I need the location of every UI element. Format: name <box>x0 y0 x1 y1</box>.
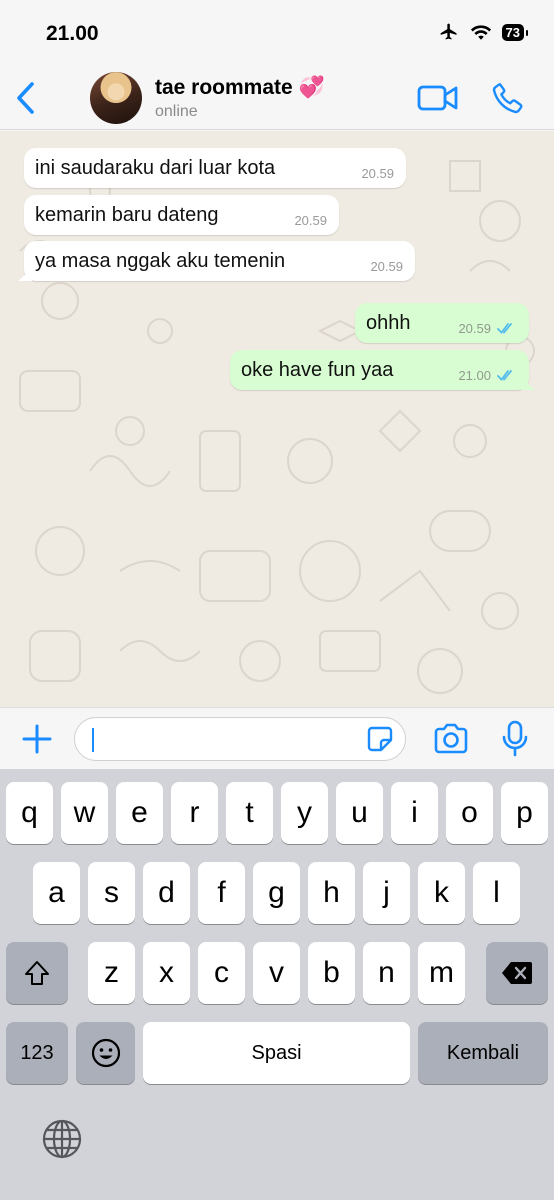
key-v[interactable]: v <box>253 942 300 1004</box>
return-key[interactable]: Kembali <box>418 1022 548 1084</box>
numbers-key[interactable]: 123 <box>6 1022 68 1084</box>
message-bubble-outgoing[interactable]: ohhh 20.59 <box>355 303 529 343</box>
key-e[interactable]: e <box>116 782 163 844</box>
key-g[interactable]: g <box>253 862 300 924</box>
key-s[interactable]: s <box>88 862 135 924</box>
sticker-button[interactable] <box>366 725 394 753</box>
key-x[interactable]: x <box>143 942 190 1004</box>
message-bubble-outgoing[interactable]: oke have fun yaa 21.00 <box>230 350 535 390</box>
key-q[interactable]: q <box>6 782 53 844</box>
battery-indicator: 73 <box>501 23 529 41</box>
key-o[interactable]: o <box>446 782 493 844</box>
message-time: 20.59 <box>370 259 403 274</box>
emoji-icon <box>91 1038 120 1068</box>
status-time: 21.00 <box>46 22 99 45</box>
message-time: 20.59 <box>458 321 491 336</box>
space-key[interactable]: Spasi <box>143 1022 410 1084</box>
read-receipt-icon <box>497 323 512 334</box>
contact-name[interactable]: tae roommate 💞 <box>155 76 325 100</box>
back-button[interactable] <box>10 80 40 116</box>
shift-key[interactable] <box>6 942 68 1004</box>
globe-button[interactable] <box>40 1117 84 1161</box>
video-call-button[interactable] <box>416 82 460 114</box>
key-c[interactable]: c <box>198 942 245 1004</box>
keyboard: q w e r t y u i o p a s d f g h j k l z … <box>0 769 554 1200</box>
microphone-button[interactable] <box>500 720 530 758</box>
message-time: 20.59 <box>294 213 327 228</box>
message-time: 21.00 <box>458 368 491 383</box>
back-chevron-icon <box>17 82 34 114</box>
status-bar: 21.00 73 <box>0 0 554 66</box>
backspace-icon <box>502 962 532 984</box>
key-m[interactable]: m <box>418 942 465 1004</box>
read-receipt-icon <box>497 370 512 381</box>
key-u[interactable]: u <box>336 782 383 844</box>
message-text: oke have fun yaa <box>241 359 394 381</box>
key-i[interactable]: i <box>391 782 438 844</box>
message-input-bar <box>0 707 554 769</box>
key-a[interactable]: a <box>33 862 80 924</box>
contact-status: online <box>155 103 198 120</box>
text-caret <box>92 728 94 752</box>
chat-header: tae roommate 💞 online <box>0 66 554 130</box>
plus-icon <box>22 724 52 754</box>
key-n[interactable]: n <box>363 942 410 1004</box>
key-r[interactable]: r <box>171 782 218 844</box>
key-f[interactable]: f <box>198 862 245 924</box>
key-h[interactable]: h <box>308 862 355 924</box>
key-y[interactable]: y <box>281 782 328 844</box>
wifi-icon <box>470 25 491 40</box>
sticker-icon <box>367 726 393 752</box>
key-t[interactable]: t <box>226 782 273 844</box>
voice-call-button[interactable] <box>490 80 526 116</box>
key-d[interactable]: d <box>143 862 190 924</box>
message-bubble-incoming[interactable]: ini saudaraku dari luar kota 20.59 <box>24 148 406 188</box>
backspace-key[interactable] <box>486 942 548 1004</box>
microphone-icon <box>502 720 528 757</box>
key-j[interactable]: j <box>363 862 410 924</box>
globe-icon <box>42 1119 82 1159</box>
shift-icon <box>25 961 49 985</box>
attach-button[interactable] <box>20 722 54 756</box>
key-p[interactable]: p <box>501 782 548 844</box>
message-input[interactable] <box>74 717 406 761</box>
message-text: ini saudaraku dari luar kota <box>35 157 276 179</box>
status-icons: 73 <box>438 22 529 42</box>
key-z[interactable]: z <box>88 942 135 1004</box>
chat-area[interactable]: ini saudaraku dari luar kota 20.59 kemar… <box>0 131 554 707</box>
camera-icon <box>434 723 468 754</box>
key-w[interactable]: w <box>61 782 108 844</box>
camera-button[interactable] <box>432 722 470 756</box>
message-time: 20.59 <box>361 166 394 181</box>
message-text: ohhh <box>366 312 411 334</box>
video-call-icon <box>417 85 458 111</box>
avatar[interactable] <box>90 72 142 124</box>
key-b[interactable]: b <box>308 942 355 1004</box>
airplane-icon <box>440 23 457 40</box>
message-bubble-incoming[interactable]: ya masa nggak aku temenin 20.59 <box>18 241 415 281</box>
emoji-key[interactable] <box>76 1022 135 1084</box>
key-k[interactable]: k <box>418 862 465 924</box>
phone-icon <box>492 83 523 114</box>
message-bubble-incoming[interactable]: kemarin baru dateng 20.59 <box>24 195 339 235</box>
message-text: kemarin baru dateng <box>35 204 219 226</box>
message-text: ya masa nggak aku temenin <box>35 250 286 272</box>
key-l[interactable]: l <box>473 862 520 924</box>
